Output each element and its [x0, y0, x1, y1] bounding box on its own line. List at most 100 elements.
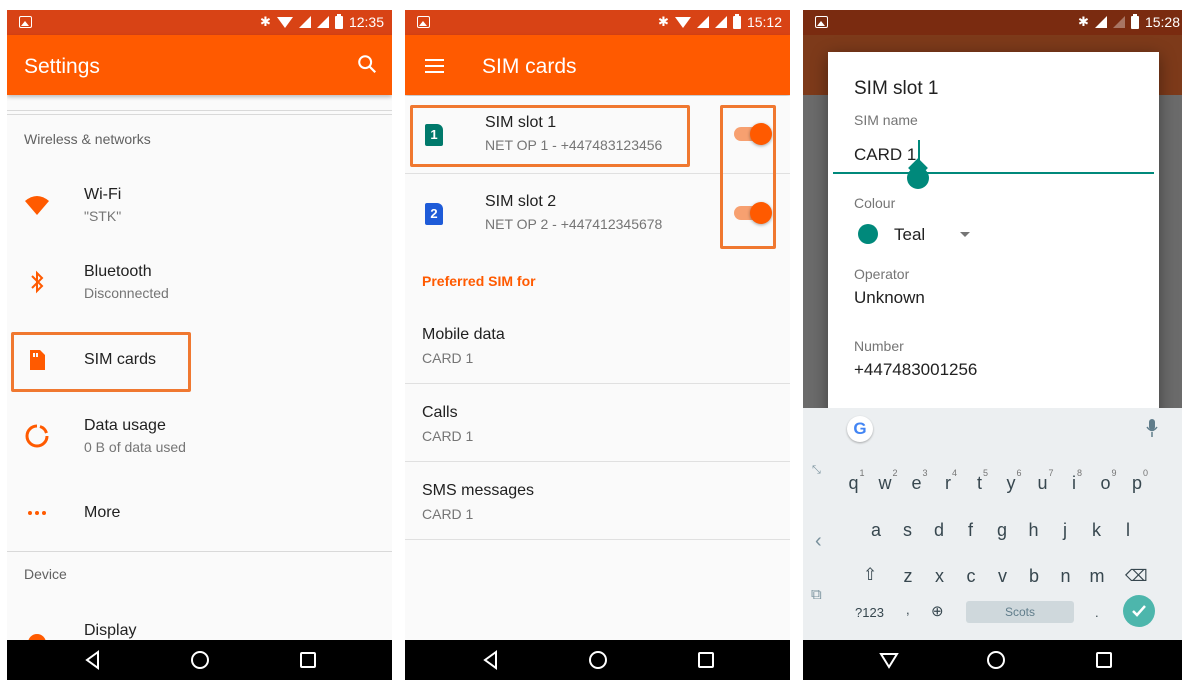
key-g[interactable]: g: [987, 520, 1017, 541]
floating-keyboard-icon[interactable]: ⧉: [811, 586, 822, 603]
period-key[interactable]: .: [1095, 605, 1099, 620]
edit-sim-dialog: SIM slot 1 SIM name CARD 1 Colour Teal O…: [828, 52, 1159, 422]
notification-image-icon: [815, 16, 828, 28]
section-header-wireless: Wireless & networks: [24, 131, 151, 147]
sim-2-icon: 2: [425, 203, 443, 225]
key-c[interactable]: c: [956, 566, 986, 587]
key-u[interactable]: u7: [1030, 468, 1060, 494]
key-a[interactable]: a: [861, 520, 891, 541]
setting-item-data-usage[interactable]: Data usage 0 B of data used: [7, 401, 392, 471]
key-hint: 1: [859, 468, 865, 478]
home-icon[interactable]: [188, 648, 212, 672]
search-icon[interactable]: [356, 53, 378, 75]
key-label: a: [870, 520, 881, 540]
key-b[interactable]: b: [1019, 566, 1049, 587]
sim-slot-1-highlight-box: [410, 105, 690, 167]
setting-item-wifi[interactable]: Wi-Fi "STK": [7, 170, 392, 240]
edit-sim-screen: ✱ 15:28 SIM slot 1 SIM name CARD 1 Colou…: [803, 10, 1182, 680]
key-m[interactable]: m: [1082, 566, 1112, 587]
cursor-handle[interactable]: [907, 167, 929, 189]
home-icon[interactable]: [586, 648, 610, 672]
setting-item-more[interactable]: More: [7, 478, 392, 548]
done-key[interactable]: [1123, 595, 1155, 627]
key-r[interactable]: r4: [936, 468, 966, 494]
key-label: b: [1028, 566, 1039, 586]
divider: [7, 114, 392, 115]
collapse-left-icon[interactable]: ‹: [815, 530, 822, 553]
recents-icon[interactable]: [296, 648, 320, 672]
key-label: d: [933, 520, 944, 540]
home-icon[interactable]: [984, 648, 1008, 672]
setting-item-bluetooth[interactable]: Bluetooth Disconnected: [7, 247, 392, 317]
key-hint: 4: [951, 468, 957, 478]
google-icon[interactable]: G: [847, 416, 873, 442]
key-h[interactable]: h: [1019, 520, 1049, 541]
setting-label: Bluetooth: [84, 263, 152, 280]
dropdown-arrow-icon[interactable]: [960, 232, 970, 237]
key-p[interactable]: p0: [1125, 468, 1155, 494]
back-icon[interactable]: [81, 648, 105, 672]
sim-name-input[interactable]: CARD 1: [854, 145, 916, 165]
key-t[interactable]: t5: [967, 468, 997, 494]
key-n[interactable]: n: [1051, 566, 1081, 587]
key-z[interactable]: z: [893, 566, 923, 587]
space-key[interactable]: Scots: [966, 601, 1074, 623]
bluetooth-status-icon: ✱: [658, 14, 669, 29]
preferred-sim-header: Preferred SIM for: [422, 273, 536, 289]
globe-icon[interactable]: ⊕: [931, 602, 944, 620]
key-label: y: [1006, 473, 1016, 493]
key-hint: 9: [1111, 468, 1117, 478]
back-icon[interactable]: [479, 648, 503, 672]
recents-icon[interactable]: [1092, 648, 1116, 672]
page-title: SIM cards: [482, 55, 577, 78]
key-l[interactable]: l: [1113, 520, 1143, 541]
preferred-calls[interactable]: Calls CARD 1: [405, 384, 790, 462]
key-v[interactable]: v: [988, 566, 1018, 587]
key-i[interactable]: i8: [1062, 468, 1092, 494]
sim-cards-screen: ✱ 15:12 SIM cards 1 SIM slot 1 NET OP 1 …: [405, 10, 790, 680]
key-label: w: [878, 473, 892, 493]
key-w[interactable]: w2: [873, 468, 903, 494]
preferred-sms[interactable]: SMS messages CARD 1: [405, 462, 790, 540]
key-label: t: [976, 473, 982, 493]
key-s[interactable]: s: [893, 520, 923, 541]
sim-name-label: SIM name: [854, 112, 918, 128]
comma-key[interactable]: ,: [906, 602, 910, 617]
status-bar: ✱ 12:35: [7, 10, 392, 35]
hide-keyboard-icon[interactable]: [877, 648, 901, 672]
colour-dropdown[interactable]: Teal: [894, 225, 925, 245]
dialog-title: SIM slot 1: [854, 78, 939, 99]
key-j[interactable]: j: [1050, 520, 1080, 541]
status-time: 12:35: [348, 14, 384, 30]
operator-label: Operator: [854, 266, 910, 282]
key-q[interactable]: q1: [841, 468, 871, 494]
preferred-mobile-data[interactable]: Mobile data CARD 1: [405, 306, 790, 384]
check-icon: [1132, 605, 1146, 617]
battery-icon: [1130, 13, 1139, 29]
divider: [7, 551, 392, 552]
key-label: x: [935, 566, 944, 586]
sim-name-underline: [833, 172, 1154, 174]
data-usage-icon: [25, 424, 49, 448]
divider: [7, 110, 392, 111]
key-o[interactable]: o9: [1093, 468, 1123, 494]
setting-summary: Disconnected: [84, 285, 169, 301]
shift-icon[interactable]: ⇧: [863, 565, 877, 585]
key-e[interactable]: e3: [904, 468, 934, 494]
resize-keyboard-icon[interactable]: ⤡: [812, 464, 821, 477]
key-k[interactable]: k: [1082, 520, 1112, 541]
colour-label: Colour: [854, 195, 896, 211]
signal-icon: [298, 16, 311, 28]
key-x[interactable]: x: [925, 566, 955, 587]
key-y[interactable]: y6: [999, 468, 1029, 494]
key-label: u: [1037, 473, 1048, 493]
wifi-icon: [25, 196, 49, 215]
symbols-key[interactable]: ?123: [855, 605, 884, 620]
backspace-icon[interactable]: ⌫: [1125, 566, 1148, 586]
page-title: Settings: [24, 55, 100, 78]
recents-icon[interactable]: [694, 648, 718, 672]
key-d[interactable]: d: [924, 520, 954, 541]
microphone-icon[interactable]: [1146, 418, 1158, 438]
menu-icon[interactable]: [425, 59, 444, 73]
key-f[interactable]: f: [956, 520, 986, 541]
